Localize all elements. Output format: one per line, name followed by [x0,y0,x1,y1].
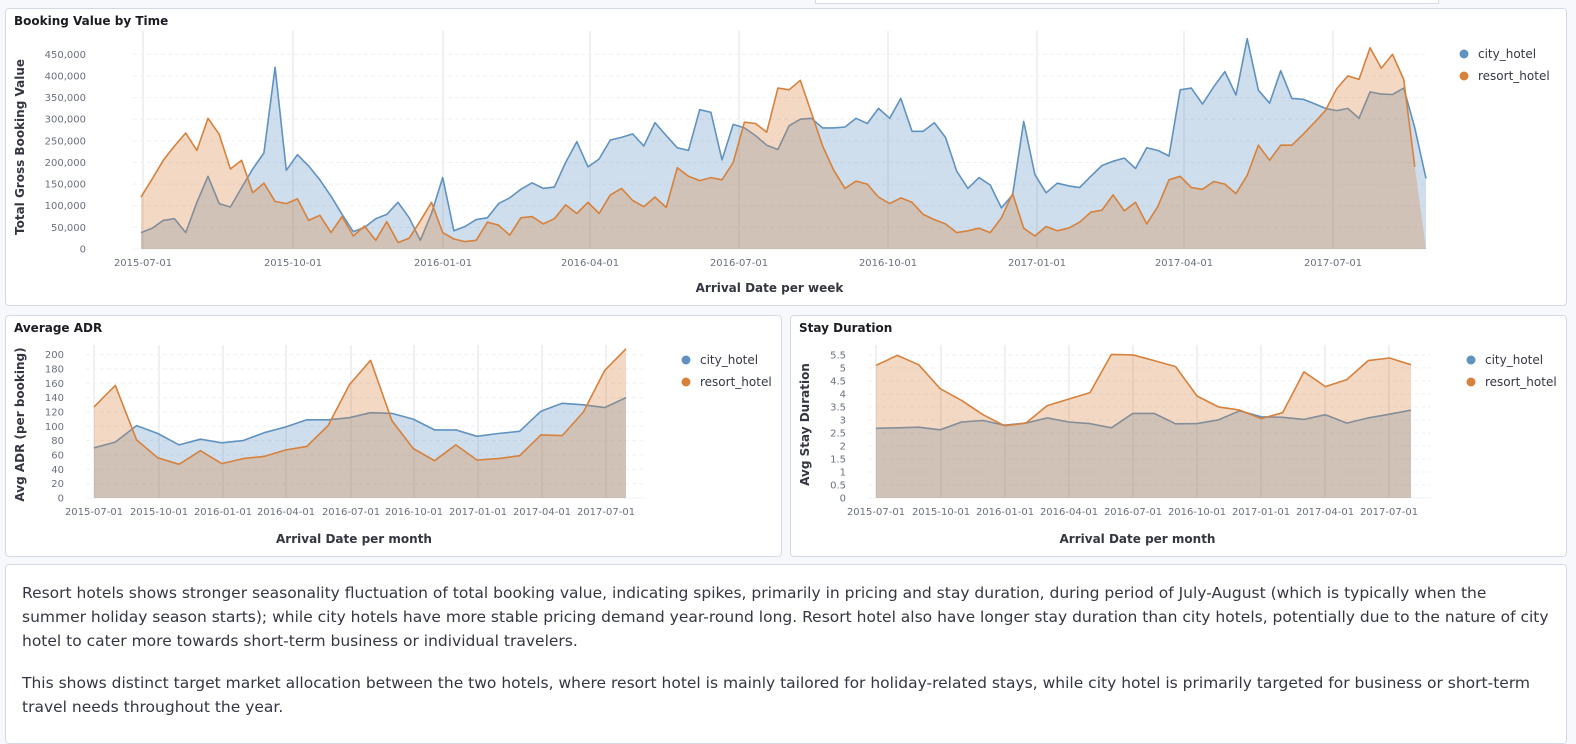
y-axis-title: Avg Stay Duration [798,363,812,486]
y-tick-label: 300,000 [45,115,86,126]
x-tick-label: 2016-07-01 [322,507,380,518]
y-tick-label: 1 [840,467,846,478]
y-tick-label: 100,000 [45,201,86,212]
y-tick-label: 4.5 [830,376,846,387]
x-tick-label: 2015-10-01 [912,507,970,518]
insight-paragraph-1: Resort hotels shows stronger seasonality… [22,584,1549,650]
x-axis-title: Arrival Date per month [276,532,432,546]
x-tick-label: 2016-04-01 [257,507,315,518]
booking-value-chart: 0 50,000 100,000 150,000 200,000 250,000 300,0… [13,31,1550,295]
x-tick-label: 2016-01-01 [414,258,472,269]
x-tick-label: 2016-01-01 [976,507,1034,518]
x-tick-label: 2015-07-01 [847,507,905,518]
y-tick-label: 40 [51,465,64,476]
y-tick-label: 350,000 [45,93,86,104]
y-tick-label: 2.5 [830,428,846,439]
y-tick-label: 250,000 [45,136,86,147]
legend-label-resort_hotel: resort_hotel [1478,69,1550,83]
x-tick-label: 2017-04-01 [1296,507,1354,518]
y-tick-label: 0 [840,494,846,505]
y-tick-label: 200,000 [45,158,86,169]
average-adr-panel: Average ADR 0 20 40 60 80 100 120 140 160 180 200 2… [5,315,782,557]
y-tick-label: 80 [51,436,64,447]
y-tick-label: 3 [840,415,846,426]
previous-panel-edge [815,0,1439,4]
legend-swatch-resort_hotel [1459,71,1469,81]
x-tick-label: 2016-07-01 [710,258,768,269]
top-strip [0,0,1576,5]
x-tick-label: 2016-07-01 [1104,507,1162,518]
legend-label-city_hotel: city_hotel [1485,353,1543,367]
x-tick-label: 2016-01-01 [194,507,252,518]
y-tick-label: 4 [840,389,846,400]
y-tick-label: 200 [45,350,64,361]
legend-swatch-resort_hotel [681,377,691,387]
x-tick-label: 2015-07-01 [114,258,172,269]
legend-label-city_hotel: city_hotel [1478,47,1536,61]
x-tick-label: 2016-10-01 [859,258,917,269]
x-tick-label: 2017-01-01 [1008,258,1066,269]
insight-paragraph-2: This shows distinct target market alloca… [22,674,1531,716]
y-tick-label: 140 [45,393,64,404]
legend-swatch-city_hotel [1459,49,1469,59]
x-tick-label: 2017-04-01 [1155,258,1213,269]
y-tick-label: 5.5 [830,350,846,361]
y-tick-label: 0 [58,494,64,505]
y-tick-label: 120 [45,407,64,418]
y-tick-label: 1.5 [830,454,846,465]
legend-swatch-city_hotel [1466,355,1476,365]
y-axis-title: Avg ADR (per booking) [13,347,27,501]
y-tick-label: 50,000 [51,223,86,234]
legend-label-city_hotel: city_hotel [700,353,758,367]
stay-duration-chart: 0 0.5 1 1.5 2 2.5 3 3.5 4 4.5 5 5.5 2015-07-01 2015-1… [798,345,1557,546]
y-tick-label: 450,000 [45,50,86,61]
x-tick-label: 2016-10-01 [385,507,443,518]
y-tick-label: 5 [840,363,846,374]
legend-swatch-city_hotel [681,355,691,365]
y-tick-label: 100 [45,422,64,433]
x-tick-label: 2016-04-01 [1040,507,1098,518]
x-tick-label: 2017-01-01 [1232,507,1290,518]
y-tick-label: 0 [80,245,86,256]
x-tick-label: 2017-04-01 [513,507,571,518]
x-tick-label: 2017-07-01 [1304,258,1362,269]
y-tick-label: 20 [51,479,64,490]
insight-text-panel: Resort hotels shows stronger seasonality… [5,564,1567,744]
x-tick-label: 2017-07-01 [1360,507,1418,518]
x-tick-label: 2015-10-01 [264,258,322,269]
booking-value-panel: Booking Value by Time 0 50,000 100,000 150,… [5,8,1567,306]
y-tick-label: 2 [840,441,846,452]
legend-label-resort_hotel: resort_hotel [700,375,772,389]
x-tick-label: 2015-10-01 [130,507,188,518]
legend-swatch-resort_hotel [1466,377,1476,387]
resort_hotel-area [876,354,1411,498]
y-tick-label: 60 [51,450,64,461]
y-tick-label: 160 [45,379,64,390]
y-tick-label: 150,000 [45,180,86,191]
x-tick-label: 2016-10-01 [1168,507,1226,518]
x-tick-label: 2017-01-01 [449,507,507,518]
x-tick-label: 2015-07-01 [65,507,123,518]
stay-duration-panel: Stay Duration 0 0.5 1 1.5 2 2.5 3 3.5 4 4.5 5 5.5 20… [790,315,1567,557]
y-tick-label: 180 [45,364,64,375]
x-axis-title: Arrival Date per week [696,281,845,295]
average-adr-chart: 0 20 40 60 80 100 120 140 160 180 200 2015-07-01 201… [13,345,772,546]
y-axis-title: Total Gross Booking Value [13,59,27,235]
legend-label-resort_hotel: resort_hotel [1485,375,1557,389]
x-axis-title: Arrival Date per month [1060,532,1216,546]
x-tick-label: 2017-07-01 [577,507,635,518]
x-tick-label: 2016-04-01 [561,258,619,269]
y-tick-label: 0.5 [830,480,846,491]
y-tick-label: 400,000 [45,71,86,82]
y-tick-label: 3.5 [830,402,846,413]
